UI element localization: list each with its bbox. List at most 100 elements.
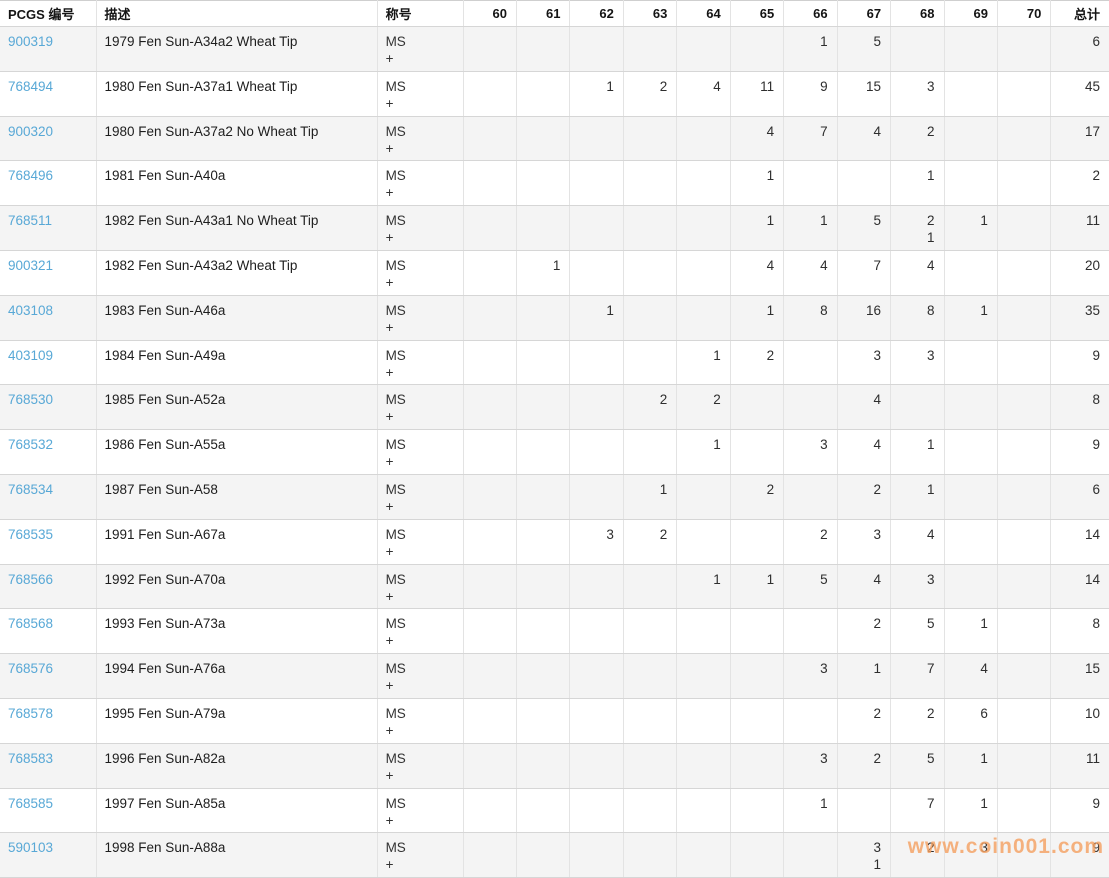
grade-count: 1 xyxy=(739,302,774,319)
pcgs-link[interactable]: 768494 xyxy=(8,79,53,94)
pcgs-link[interactable]: 768566 xyxy=(8,572,53,587)
table-row: 4031081983 Fen Sun-A46aMS+118168135 xyxy=(0,295,1109,340)
pcgs-link[interactable]: 768585 xyxy=(8,796,53,811)
pcgs-number-cell: 900320 xyxy=(0,116,96,161)
grade-count: 2 xyxy=(899,839,934,856)
pcgs-link[interactable]: 768583 xyxy=(8,751,53,766)
total-cell: 6 xyxy=(1051,27,1109,72)
grade-count: 2 xyxy=(632,78,667,95)
grade-cell-64 xyxy=(677,116,730,161)
grade-cell-65: 2 xyxy=(730,474,783,519)
grade-cell-64 xyxy=(677,519,730,564)
grade-cell-70 xyxy=(997,340,1050,385)
table-row: 7684941980 Fen Sun-A37a1 Wheat TipMS+124… xyxy=(0,71,1109,116)
pcgs-link[interactable]: 768530 xyxy=(8,392,53,407)
grade-count: 1 xyxy=(578,78,613,95)
grade-cell-68: 3 xyxy=(891,564,944,609)
grade-cell-65 xyxy=(730,385,783,430)
grade-count: 1 xyxy=(846,856,881,873)
grade-cell-68: 1 xyxy=(891,161,944,206)
grade-cell-62: 1 xyxy=(570,71,623,116)
grade-cell-63 xyxy=(623,430,676,475)
grade-cell-66: 8 xyxy=(784,295,837,340)
grade-count: 2 xyxy=(846,615,881,632)
total-cell: 2 xyxy=(1051,161,1109,206)
grade-cell-70 xyxy=(997,161,1050,206)
grade-cell-65: 1 xyxy=(730,564,783,609)
col-header-grade-60: 60 xyxy=(463,1,516,27)
pcgs-link[interactable]: 403109 xyxy=(8,348,53,363)
grade-cell-69: 6 xyxy=(944,698,997,743)
grade-cell-61 xyxy=(517,430,570,475)
pcgs-link[interactable]: 768568 xyxy=(8,616,53,631)
grade-count: 2 xyxy=(846,750,881,767)
pcgs-link[interactable]: 900320 xyxy=(8,124,53,139)
designation-line: + xyxy=(386,408,454,425)
designation-line: MS xyxy=(386,257,454,274)
grade-cell-66 xyxy=(784,609,837,654)
table-row: 7685831996 Fen Sun-A82aMS+325111 xyxy=(0,743,1109,788)
grade-cell-63 xyxy=(623,609,676,654)
designation-line: + xyxy=(386,274,454,291)
grade-cell-62 xyxy=(570,609,623,654)
grade-count: 3 xyxy=(953,839,988,856)
designation-line: MS xyxy=(386,795,454,812)
pcgs-link[interactable]: 768534 xyxy=(8,482,53,497)
grade-count: 4 xyxy=(846,571,881,588)
description-cell: 1994 Fen Sun-A76a xyxy=(96,654,377,699)
total-cell: 45 xyxy=(1051,71,1109,116)
grade-cell-68 xyxy=(891,385,944,430)
grade-count: 1 xyxy=(953,302,988,319)
grade-cell-67: 3 xyxy=(837,519,890,564)
grade-cell-63 xyxy=(623,340,676,385)
grade-count: 3 xyxy=(578,526,613,543)
grade-cell-70 xyxy=(997,385,1050,430)
pcgs-link[interactable]: 403108 xyxy=(8,303,53,318)
description-cell: 1995 Fen Sun-A79a xyxy=(96,698,377,743)
grade-count: 3 xyxy=(792,436,827,453)
designation-line: MS xyxy=(386,750,454,767)
pcgs-link[interactable]: 768511 xyxy=(8,213,52,228)
grade-cell-62 xyxy=(570,430,623,475)
designation-line: + xyxy=(386,140,454,157)
grade-count: 2 xyxy=(846,481,881,498)
grade-cell-67: 2 xyxy=(837,609,890,654)
grade-cell-65: 2 xyxy=(730,340,783,385)
grade-count: 3 xyxy=(899,347,934,364)
grade-cell-63 xyxy=(623,250,676,295)
pcgs-link[interactable]: 768578 xyxy=(8,706,53,721)
grade-count: 4 xyxy=(953,660,988,677)
grade-cell-65 xyxy=(730,609,783,654)
grade-cell-61: 1 xyxy=(517,250,570,295)
grade-cell-60 xyxy=(463,385,516,430)
pcgs-link[interactable]: 590103 xyxy=(8,840,53,855)
pcgs-link[interactable]: 768576 xyxy=(8,661,53,676)
grade-count: 4 xyxy=(846,436,881,453)
total-cell: 10 xyxy=(1051,698,1109,743)
total-cell: 9 xyxy=(1051,788,1109,833)
grade-cell-68: 1 xyxy=(891,474,944,519)
grade-cell-60 xyxy=(463,206,516,251)
pcgs-link[interactable]: 768535 xyxy=(8,527,53,542)
grade-cell-70 xyxy=(997,430,1050,475)
description-cell: 1980 Fen Sun-A37a1 Wheat Tip xyxy=(96,71,377,116)
col-header-total: 总计 xyxy=(1051,1,1109,27)
grade-count: 1 xyxy=(578,302,613,319)
grade-cell-68: 1 xyxy=(891,430,944,475)
pcgs-link[interactable]: 900321 xyxy=(8,258,53,273)
designation-cell: MS+ xyxy=(377,474,463,519)
pcgs-number-cell: 768530 xyxy=(0,385,96,430)
description-text: 1983 Fen Sun-A46a xyxy=(105,303,226,318)
pcgs-link[interactable]: 768532 xyxy=(8,437,53,452)
designation-cell: MS+ xyxy=(377,743,463,788)
pcgs-link[interactable]: 900319 xyxy=(8,34,53,49)
grade-cell-63: 2 xyxy=(623,519,676,564)
grade-count: 5 xyxy=(899,750,934,767)
pcgs-number-cell: 590103 xyxy=(0,833,96,878)
total-cell: 15 xyxy=(1051,654,1109,699)
description-text: 1985 Fen Sun-A52a xyxy=(105,392,226,407)
pcgs-link[interactable]: 768496 xyxy=(8,168,53,183)
total-cell: 35 xyxy=(1051,295,1109,340)
grade-cell-61 xyxy=(517,71,570,116)
designation-line: MS xyxy=(386,839,454,856)
